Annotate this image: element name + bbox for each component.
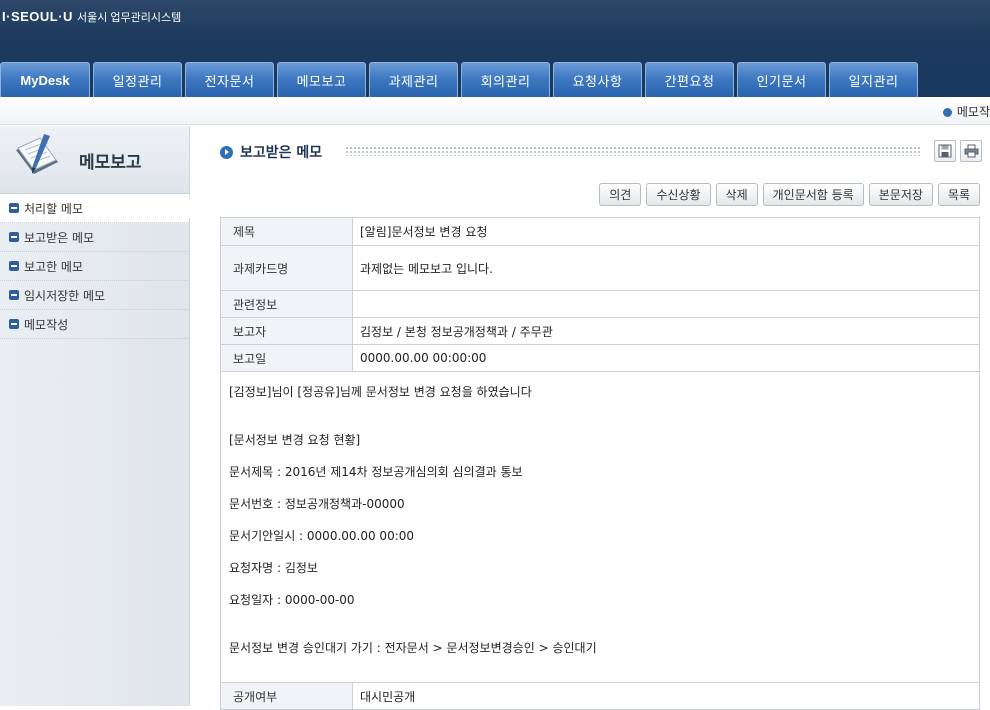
sidebar-item-label: 임시저장한 메모	[24, 288, 106, 303]
minus-box-icon	[9, 290, 19, 300]
table-row: 보고자 김정보 / 본청 정보공개정책과 / 주무관	[220, 317, 980, 345]
body-line: [문서정보 변경 요청 현황]	[229, 433, 361, 447]
action-buttons: 의견 수신상황 삭제 개인문서함 등록 본문저장 목록	[594, 183, 980, 206]
sidebar-item-label: 메모작성	[24, 317, 69, 332]
body-line: 요청일자 : 0000-00-00	[229, 593, 355, 607]
body-line: 요청자명 : 김정보	[229, 561, 318, 575]
sidebar: 메모보고 처리할 메모 보고받은 메모 보고한 메모 임시저장한 메모 메모작성	[0, 126, 190, 706]
tab-meeting[interactable]: 회의관리	[461, 62, 550, 97]
field-label: 제목	[220, 217, 353, 246]
opinion-button[interactable]: 의견	[599, 183, 642, 206]
logo-text: I·SEOUL·U	[2, 9, 73, 24]
field-label: 보고일	[220, 344, 353, 372]
page-title: 보고받은 메모	[220, 142, 322, 162]
sidebar-item-label: 보고한 메모	[24, 259, 84, 274]
sidebar-item-drafts[interactable]: 임시저장한 메모	[0, 281, 189, 310]
print-icon	[964, 144, 978, 158]
sidebar-item-sent[interactable]: 보고한 메모	[0, 252, 189, 281]
report-date: 0000.00.00 00:00:00	[352, 344, 980, 372]
body-line	[229, 622, 971, 638]
memo-body: [김정보]님이 [정공유]님께 문서정보 변경 요청을 하였습니다 [문서정보 …	[220, 371, 980, 683]
memo-subject: [알림]문서정보 변경 요청	[352, 217, 980, 246]
task-card-name: 과제없는 메모보고 입니다.	[352, 245, 980, 291]
body-line: 문서기안일시 : 0000.00.00 00:00	[229, 529, 415, 543]
sidebar-menu: 처리할 메모 보고받은 메모 보고한 메모 임시저장한 메모 메모작성	[0, 194, 190, 339]
minus-box-icon	[9, 261, 19, 271]
minus-box-icon	[9, 203, 19, 213]
table-row: 공개여부 대시민공개	[220, 682, 980, 710]
tab-popular-docs[interactable]: 인기문서	[737, 62, 826, 97]
write-memo-link[interactable]: 메모작	[942, 103, 990, 120]
sidebar-item-to-process[interactable]: 처리할 메모	[0, 194, 190, 223]
top-header: I·SEOUL·U 서울시 업무관리시스템 MyDesk 일정관리 전자문서 메모…	[0, 0, 990, 97]
memo-detail-table: 제목 [알림]문서정보 변경 요청 과제카드명 과제없는 메모보고 입니다. 관…	[220, 217, 980, 710]
save-body-button[interactable]: 본문저장	[868, 183, 933, 206]
sidebar-item-received[interactable]: 보고받은 메모	[0, 223, 189, 252]
list-button[interactable]: 목록	[937, 183, 980, 206]
system-name: 서울시 업무관리시스템	[76, 12, 182, 24]
save-icon-button[interactable]	[934, 140, 956, 162]
sidebar-header: 메모보고	[0, 126, 189, 194]
body-line: 문서정보 변경 승인대기 가기 : 전자문서 > 문서정보변경승인 > 승인대기	[229, 641, 597, 655]
bullet-icon	[942, 108, 952, 117]
sidebar-title: 메모보고	[79, 153, 142, 173]
tab-journal[interactable]: 일지관리	[829, 62, 918, 97]
memo-book-icon	[16, 134, 58, 174]
disclosure-status: 대시민공개	[352, 682, 980, 710]
sub-bar: 메모작	[0, 97, 990, 125]
app-logo[interactable]: I·SEOUL·U 서울시 업무관리시스템	[2, 9, 181, 25]
related-info	[352, 290, 980, 318]
tab-edocument[interactable]: 전자문서	[185, 62, 274, 97]
body-line: 문서번호 : 정보공개정책과-00000	[229, 497, 405, 511]
play-circle-icon	[220, 145, 233, 159]
tab-task[interactable]: 과제관리	[369, 62, 458, 97]
tab-requests[interactable]: 요청사항	[553, 62, 642, 97]
register-personal-folder-button[interactable]: 개인문서함 등록	[762, 183, 864, 206]
tab-mydesk[interactable]: MyDesk	[0, 62, 90, 97]
minus-box-icon	[9, 319, 19, 329]
tab-quick-request[interactable]: 간편요청	[645, 62, 734, 97]
field-label: 공개여부	[220, 682, 353, 710]
page-title-text: 보고받은 메모	[240, 145, 323, 161]
tab-schedule[interactable]: 일정관리	[93, 62, 182, 97]
field-label: 보고자	[220, 317, 353, 345]
minus-box-icon	[9, 232, 19, 242]
sidebar-item-label: 보고받은 메모	[24, 230, 95, 245]
delete-button[interactable]: 삭제	[715, 183, 758, 206]
title-divider	[345, 146, 920, 156]
print-icon-button[interactable]	[960, 140, 982, 162]
save-icon	[938, 144, 952, 158]
write-memo-label: 메모작	[956, 105, 990, 119]
sidebar-item-compose[interactable]: 메모작성	[0, 310, 189, 339]
reporter: 김정보 / 본청 정보공개정책과 / 주무관	[352, 317, 980, 345]
main-content: 보고받은 메모 의견 수신상황 삭제 개인문서함 등록 본문저장 목록 제목 […	[190, 126, 990, 710]
tab-memo-report[interactable]: 메모보고	[277, 62, 366, 97]
table-row: 과제카드명 과제없는 메모보고 입니다.	[220, 245, 980, 291]
sidebar-item-label: 처리할 메모	[24, 201, 84, 216]
table-row: 제목 [알림]문서정보 변경 요청	[220, 217, 980, 246]
field-label: 과제카드명	[220, 245, 353, 291]
main-nav-tabs: MyDesk 일정관리 전자문서 메모보고 과제관리 회의관리 요청사항 간편요…	[0, 62, 921, 97]
table-row: [김정보]님이 [정공유]님께 문서정보 변경 요청을 하였습니다 [문서정보 …	[220, 371, 980, 683]
field-label: 관련정보	[220, 290, 353, 318]
receipt-status-button[interactable]: 수신상황	[646, 183, 711, 206]
body-line: [김정보]님이 [정공유]님께 문서정보 변경 요청을 하였습니다	[229, 385, 532, 399]
body-line: 문서제목 : 2016년 제14차 정보공개심의회 심의결과 통보	[229, 465, 523, 479]
body-line	[229, 414, 971, 430]
table-row: 관련정보	[220, 290, 980, 318]
table-row: 보고일 0000.00.00 00:00:00	[220, 344, 980, 372]
